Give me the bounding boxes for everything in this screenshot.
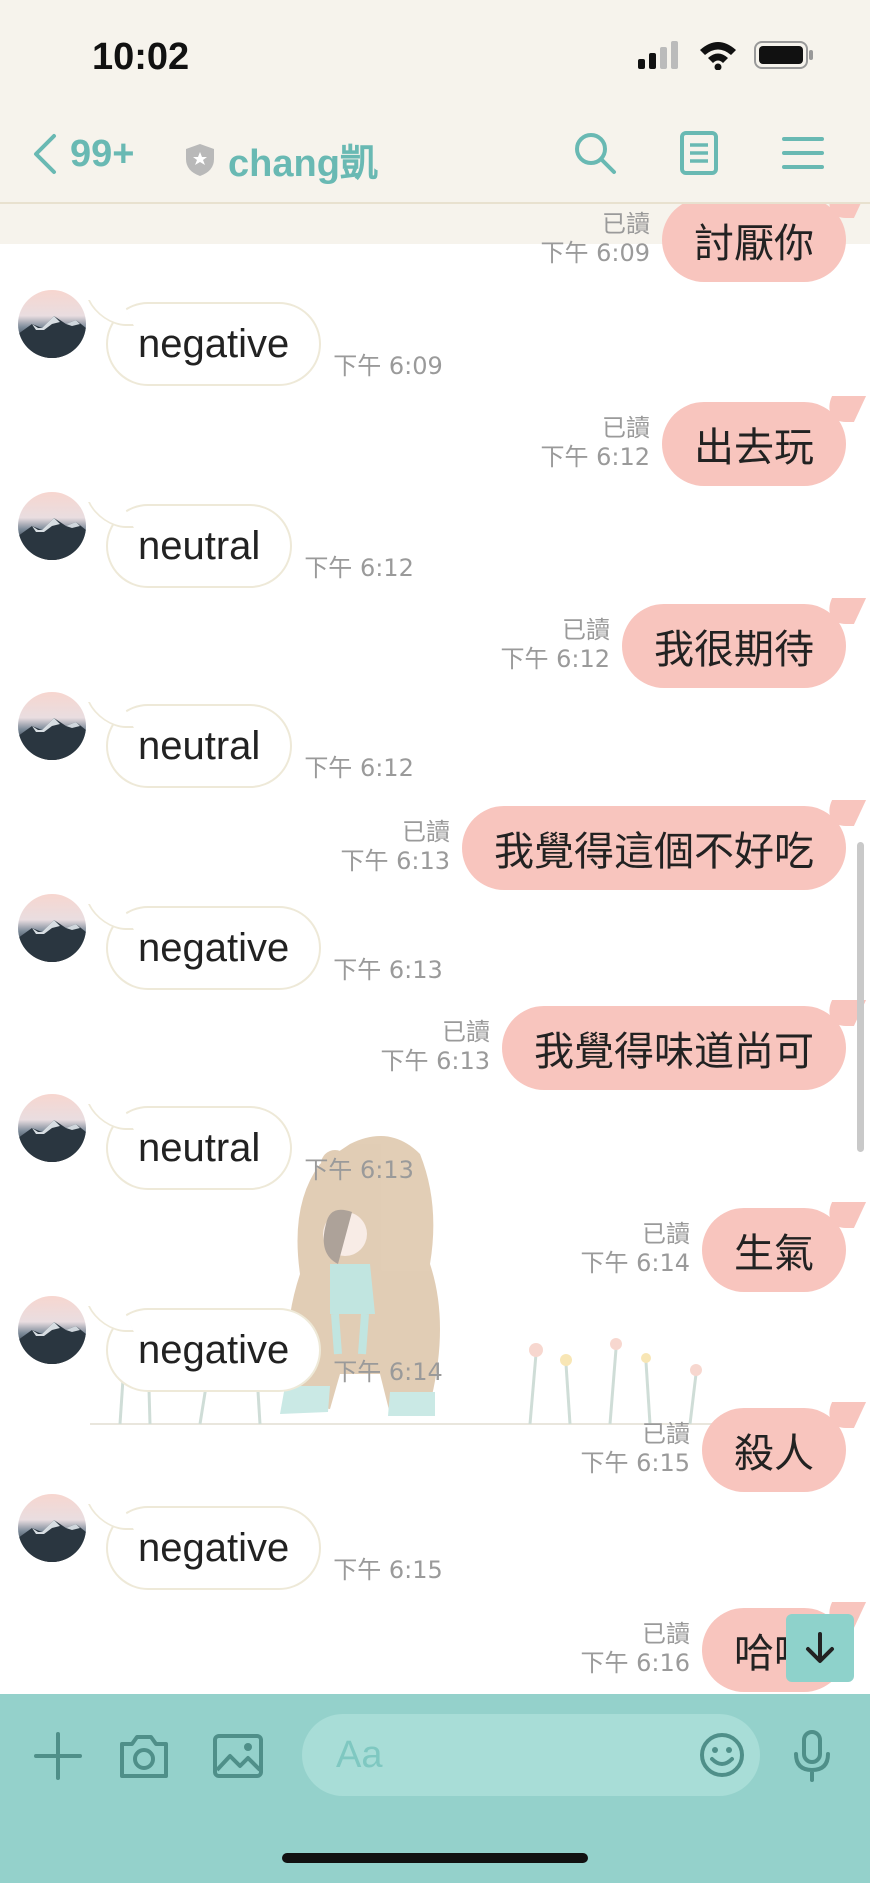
search-icon xyxy=(575,133,616,174)
status-icons xyxy=(638,40,814,70)
read-receipt: 已讀 xyxy=(602,210,650,238)
mountain-avatar-image xyxy=(18,1120,86,1162)
incoming-message-bubble[interactable]: neutral xyxy=(106,1106,293,1190)
mountain-avatar-image xyxy=(18,920,86,962)
read-receipt: 已讀 xyxy=(602,414,650,442)
home-indicator xyxy=(282,1853,588,1863)
image-button[interactable] xyxy=(210,1728,266,1784)
arrow-down-icon xyxy=(806,1632,834,1663)
menu-button[interactable] xyxy=(780,130,826,176)
contact-avatar[interactable] xyxy=(18,692,86,760)
mountain-avatar-image xyxy=(18,1520,86,1562)
status-time: 10:02 xyxy=(92,36,190,78)
scroll-to-bottom-button[interactable] xyxy=(786,1614,854,1682)
message-meta: 已讀 下午 6:15 xyxy=(580,1420,690,1478)
contact-avatar[interactable] xyxy=(18,492,86,560)
incoming-message-bubble[interactable]: negative xyxy=(106,1308,322,1392)
unread-count: 99+ xyxy=(70,132,135,175)
signal-icon xyxy=(638,41,678,69)
chat-header: 99+ chang凱 xyxy=(0,110,870,204)
message-time: 下午 6:13 xyxy=(333,956,443,984)
notes-icon xyxy=(680,131,718,175)
back-chevron-icon xyxy=(34,134,56,174)
outgoing-message-bubble[interactable]: 討厭你 xyxy=(662,204,846,282)
message-meta: 已讀 下午 6:14 xyxy=(580,1220,690,1278)
camera-button[interactable] xyxy=(116,1728,172,1784)
read-receipt: 已讀 xyxy=(642,1420,690,1448)
mountain-avatar-image xyxy=(18,518,86,560)
message-time: 下午 6:12 xyxy=(500,645,610,673)
read-receipt: 已讀 xyxy=(402,818,450,846)
contact-avatar[interactable] xyxy=(18,1494,86,1562)
back-button[interactable]: 99+ xyxy=(30,132,134,176)
message-time: 下午 6:09 xyxy=(333,352,443,380)
shield-icon xyxy=(186,143,214,176)
wifi-icon xyxy=(700,42,736,70)
chat-area[interactable]: 討厭你 已讀 下午 6:09 negative 下午 6:09 出去玩 已讀 下午 6:12 n… xyxy=(0,204,870,1694)
message-meta: 已讀 下午 6:09 xyxy=(540,210,650,268)
mountain-avatar-image xyxy=(18,1322,86,1364)
emoji-icon[interactable] xyxy=(698,1731,746,1779)
message-time: 下午 6:14 xyxy=(333,1358,443,1386)
notes-button[interactable] xyxy=(676,130,722,176)
message-time: 下午 6:16 xyxy=(580,1649,690,1677)
input-placeholder: Aa xyxy=(336,1734,383,1776)
camera-icon xyxy=(120,1735,168,1778)
read-receipt: 已讀 xyxy=(642,1620,690,1648)
mountain-avatar-image xyxy=(18,718,86,760)
message-time: 下午 6:12 xyxy=(304,754,414,782)
outgoing-message-bubble[interactable]: 我很期待 xyxy=(622,604,846,688)
incoming-message-bubble[interactable]: negative xyxy=(106,302,322,386)
menu-icon xyxy=(782,137,824,169)
contact-avatar[interactable] xyxy=(18,1094,86,1162)
mic-icon xyxy=(794,1730,830,1782)
message-meta: 已讀 下午 6:13 xyxy=(340,818,450,876)
message-time: 下午 6:12 xyxy=(540,443,650,471)
message-meta: 已讀 下午 6:12 xyxy=(540,414,650,472)
voice-button[interactable] xyxy=(784,1728,840,1784)
battery-icon xyxy=(754,41,813,69)
contact-name: chang凱 xyxy=(228,143,378,185)
outgoing-message-bubble[interactable]: 我覺得這個不好吃 xyxy=(462,806,846,890)
chat-title[interactable]: chang凱 xyxy=(184,132,378,187)
image-icon xyxy=(213,1734,263,1778)
scrollbar[interactable] xyxy=(857,842,864,1152)
contact-avatar[interactable] xyxy=(18,290,86,358)
incoming-message-bubble[interactable]: neutral xyxy=(106,504,293,588)
read-receipt: 已讀 xyxy=(562,616,610,644)
message-time: 下午 6:15 xyxy=(333,1556,443,1584)
add-button[interactable] xyxy=(30,1728,86,1784)
outgoing-message-bubble[interactable]: 殺人 xyxy=(702,1408,846,1492)
message-time: 下午 6:15 xyxy=(580,1449,690,1477)
mountain-avatar-image xyxy=(18,316,86,358)
message-time: 下午 6:13 xyxy=(340,847,450,875)
outgoing-message-bubble[interactable]: 我覺得味道尚可 xyxy=(502,1006,846,1090)
outgoing-message-bubble[interactable]: 生氣 xyxy=(702,1208,846,1292)
status-bar: 10:02 xyxy=(0,0,870,110)
message-meta: 已讀 下午 6:13 xyxy=(380,1018,490,1076)
message-time: 下午 6:14 xyxy=(580,1249,690,1277)
message-time: 下午 6:13 xyxy=(304,1156,414,1184)
plus-icon xyxy=(34,1732,82,1780)
message-meta: 已讀 下午 6:16 xyxy=(580,1620,690,1678)
message-time: 下午 6:09 xyxy=(540,239,650,267)
message-time: 下午 6:13 xyxy=(380,1047,490,1075)
incoming-message-bubble[interactable]: negative xyxy=(106,1506,322,1590)
contact-avatar[interactable] xyxy=(18,1296,86,1364)
read-receipt: 已讀 xyxy=(442,1018,490,1046)
read-receipt: 已讀 xyxy=(642,1220,690,1248)
outgoing-message-bubble[interactable]: 出去玩 xyxy=(662,402,846,486)
header-actions xyxy=(572,130,826,176)
incoming-message-bubble[interactable]: neutral xyxy=(106,704,293,788)
contact-avatar[interactable] xyxy=(18,894,86,962)
search-button[interactable] xyxy=(572,130,618,176)
incoming-message-bubble[interactable]: negative xyxy=(106,906,322,990)
message-time: 下午 6:12 xyxy=(304,554,414,582)
message-input[interactable]: Aa xyxy=(302,1714,760,1796)
input-bar: Aa xyxy=(0,1694,870,1883)
message-meta: 已讀 下午 6:12 xyxy=(500,616,610,674)
